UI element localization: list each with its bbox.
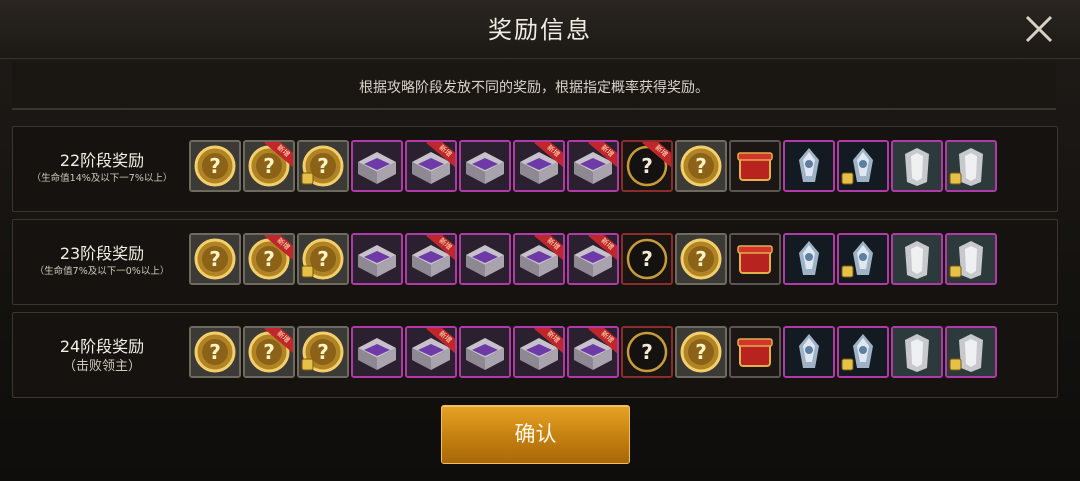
reward-item-mystery-coin[interactable]: ? 新增: [243, 140, 295, 192]
svg-text:?: ?: [641, 247, 653, 271]
reward-item-silver-armor[interactable]: [891, 233, 943, 285]
reward-item-mystery-coin[interactable]: ?: [675, 326, 727, 378]
reward-item-silver-armor[interactable]: [945, 233, 997, 285]
reward-info-dialog: 奖励信息 根据攻略阶段发放不同的奖励，根据指定概率获得奖励。 22阶段奖励 （生…: [0, 0, 1080, 481]
stage-subtitle: （生命值14%及以下一7%以上）: [31, 173, 173, 184]
reward-item-silver-armor[interactable]: [945, 140, 997, 192]
reward-item-mystery-coin[interactable]: ?: [297, 140, 349, 192]
reward-item-silver-armor[interactable]: [891, 140, 943, 192]
svg-text:?: ?: [695, 340, 707, 364]
reward-item-mystery-coin[interactable]: ?: [297, 326, 349, 378]
close-icon[interactable]: [1022, 12, 1056, 46]
reward-item-chest[interactable]: 新增: [513, 140, 565, 192]
svg-text:?: ?: [641, 340, 653, 364]
reward-item-beast-crystal[interactable]: [783, 326, 835, 378]
svg-text:?: ?: [263, 340, 275, 364]
dialog-title: 奖励信息: [488, 16, 592, 44]
reward-item-red-box[interactable]: [729, 326, 781, 378]
reward-item-mystery-coin[interactable]: ?: [675, 233, 727, 285]
reward-item-mystery-dark[interactable]: ? 新增: [621, 140, 673, 192]
reward-item-chest[interactable]: 新增: [513, 233, 565, 285]
reward-item-beast-crystal[interactable]: [783, 140, 835, 192]
reward-item-silver-armor[interactable]: [945, 326, 997, 378]
confirm-button[interactable]: 确认: [441, 405, 630, 464]
svg-text:?: ?: [641, 154, 653, 178]
reward-item-mystery-coin[interactable]: ? 新增: [243, 233, 295, 285]
stage-subtitle: （击败领主）: [62, 359, 141, 374]
reward-item-mystery-dark[interactable]: ?: [621, 326, 673, 378]
reward-item-beast-crystal[interactable]: [837, 326, 889, 378]
reward-item-chest[interactable]: [459, 233, 511, 285]
reward-item-chest[interactable]: 新增: [405, 140, 457, 192]
reward-item-beast-crystal[interactable]: [837, 233, 889, 285]
reward-item-chest[interactable]: 新增: [567, 326, 619, 378]
reward-item-chest[interactable]: [459, 326, 511, 378]
reward-item-mystery-dark[interactable]: ?: [621, 233, 673, 285]
reward-item-silver-armor[interactable]: [891, 326, 943, 378]
svg-text:?: ?: [263, 154, 275, 178]
svg-text:?: ?: [209, 247, 221, 271]
svg-text:?: ?: [695, 154, 707, 178]
description-text: 根据攻略阶段发放不同的奖励，根据指定概率获得奖励。: [359, 80, 709, 96]
reward-item-red-box[interactable]: [729, 233, 781, 285]
reward-item-mystery-coin[interactable]: ? 新增: [243, 326, 295, 378]
reward-item-chest[interactable]: [459, 140, 511, 192]
stage-subtitle: （生命值7%及以下一0%以上）: [34, 266, 170, 277]
reward-item-chest[interactable]: 新增: [567, 233, 619, 285]
stage-title: 24阶段奖励: [59, 337, 145, 356]
stage-row-23: 23阶段奖励 （生命值7%及以下一0%以上） ? ? 新增 ? 新增 新增 新增…: [12, 219, 1058, 305]
reward-item-chest[interactable]: 新增: [405, 233, 457, 285]
reward-item-beast-crystal[interactable]: [837, 140, 889, 192]
reward-item-chest[interactable]: 新增: [513, 326, 565, 378]
description-bar: 根据攻略阶段发放不同的奖励，根据指定概率获得奖励。: [12, 62, 1056, 110]
svg-text:?: ?: [209, 154, 221, 178]
reward-item-chest[interactable]: 新增: [405, 326, 457, 378]
svg-text:?: ?: [695, 247, 707, 271]
stage-title: 23阶段奖励: [59, 244, 145, 263]
reward-item-mystery-coin[interactable]: ?: [297, 233, 349, 285]
stage-row-24: 24阶段奖励 （击败领主） ? ? 新增 ? 新增 新增 新增 ? ?: [12, 312, 1058, 398]
dialog-titlebar: 奖励信息: [0, 0, 1080, 59]
svg-text:?: ?: [263, 247, 275, 271]
reward-item-red-box[interactable]: [729, 140, 781, 192]
reward-item-beast-crystal[interactable]: [783, 233, 835, 285]
reward-item-mystery-coin[interactable]: ?: [189, 326, 241, 378]
reward-item-mystery-coin[interactable]: ?: [189, 233, 241, 285]
svg-text:?: ?: [209, 340, 221, 364]
reward-item-chest[interactable]: [351, 326, 403, 378]
reward-item-chest[interactable]: 新增: [567, 140, 619, 192]
reward-item-chest[interactable]: [351, 140, 403, 192]
stage-row-22: 22阶段奖励 （生命值14%及以下一7%以上） ? ? 新增 ? 新增 新增 新…: [12, 126, 1058, 212]
reward-item-mystery-coin[interactable]: ?: [675, 140, 727, 192]
stage-title: 22阶段奖励: [59, 151, 145, 170]
reward-item-mystery-coin[interactable]: ?: [189, 140, 241, 192]
reward-item-chest[interactable]: [351, 233, 403, 285]
